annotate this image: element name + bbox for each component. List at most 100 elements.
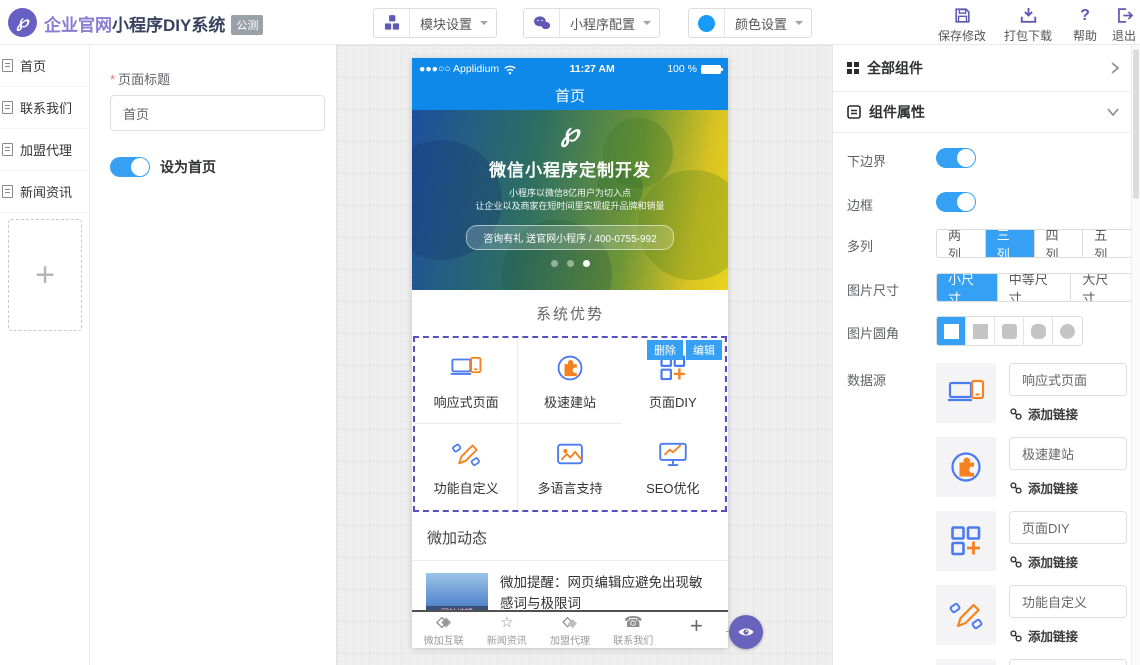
feature-cell-responsive[interactable]: 响应式页面 bbox=[415, 338, 518, 424]
news-section-title: 微加动态 bbox=[412, 512, 728, 561]
feature-grid-component-selected[interactable]: 删除 编辑 响应式页面 极速建站 页面DIY 功能自定义 多语言支持 bbox=[413, 336, 727, 512]
page-settings-panel: *页面标题 设为首页 bbox=[90, 45, 337, 665]
image-size-medium[interactable]: 中等尺寸 bbox=[998, 274, 1071, 301]
carousel-dots[interactable] bbox=[412, 260, 728, 267]
datasource-title-input[interactable] bbox=[1009, 437, 1127, 470]
edit-component-button[interactable]: 编辑 bbox=[686, 340, 722, 360]
tab-add-button[interactable]: + bbox=[665, 622, 728, 639]
add-link-button[interactable]: 添加链接 bbox=[1009, 626, 1078, 645]
columns-option-4[interactable]: 四列 bbox=[1035, 230, 1084, 257]
set-home-label: 设为首页 bbox=[160, 157, 216, 177]
sidebar-item-home[interactable]: 首页 bbox=[0, 45, 89, 87]
help-label: 帮助 bbox=[1066, 27, 1104, 44]
design-canvas: ●●●○○ Applidium 11:27 AM 100 % 首页 ℘ 微信小程… bbox=[337, 45, 832, 665]
datasource-item-custom: 添加链接 bbox=[936, 585, 1128, 645]
tab-news[interactable]: ☆ 新闻资讯 bbox=[475, 614, 538, 647]
add-link-button[interactable]: 添加链接 bbox=[1009, 404, 1078, 423]
miniapp-config-label: 小程序配置 bbox=[560, 14, 643, 33]
datasource-title-input[interactable] bbox=[1009, 659, 1127, 665]
radius-option-none[interactable] bbox=[966, 317, 995, 345]
sidebar-item-news[interactable]: 新闻资讯 bbox=[0, 171, 89, 213]
datasource-title-input[interactable] bbox=[1009, 511, 1127, 544]
download-button[interactable]: 打包下载 bbox=[999, 5, 1057, 44]
feature-cell-custom[interactable]: 功能自定义 bbox=[415, 424, 518, 510]
columns-option-2[interactable]: 两列 bbox=[937, 230, 986, 257]
color-settings-label: 颜色设置 bbox=[725, 14, 795, 33]
page-list-sidebar: 首页 联系我们 加盟代理 新闻资讯 + bbox=[0, 45, 90, 665]
app-title: 企业官网小程序DIY系统公测 bbox=[44, 11, 263, 36]
component-properties-header[interactable]: 组件属性 bbox=[833, 92, 1132, 133]
responsive-page-icon bbox=[936, 363, 996, 423]
inspector-scrollbar[interactable] bbox=[1131, 45, 1140, 665]
tab-home[interactable]: 微加互联 bbox=[412, 614, 475, 647]
wechat-icon bbox=[524, 9, 560, 37]
datasource-title-input[interactable] bbox=[1009, 363, 1127, 396]
help-icon: ? bbox=[1066, 5, 1104, 25]
datasource-title-input[interactable] bbox=[1009, 585, 1127, 618]
add-link-button[interactable]: 添加链接 bbox=[1009, 478, 1078, 497]
cubes-icon bbox=[374, 9, 410, 37]
bottom-border-label: 下边界 bbox=[847, 151, 886, 170]
page-icon bbox=[2, 143, 13, 156]
download-label: 打包下载 bbox=[999, 27, 1057, 44]
chain-icon bbox=[1009, 481, 1023, 495]
miniapp-config-button[interactable]: 小程序配置 bbox=[523, 8, 660, 38]
plus-icon: + bbox=[690, 622, 703, 639]
selection-badges: 删除 编辑 bbox=[647, 340, 722, 360]
sidebar-item-label: 加盟代理 bbox=[20, 140, 72, 159]
dropdown-caret-icon bbox=[480, 21, 488, 29]
image-size-large[interactable]: 大尺寸 bbox=[1071, 274, 1131, 301]
page-title-input[interactable] bbox=[110, 95, 325, 131]
chain-icon bbox=[1009, 407, 1023, 421]
dropdown-caret-icon bbox=[795, 21, 803, 29]
module-settings-button[interactable]: 模块设置 bbox=[373, 8, 497, 38]
banner-logo-icon: ℘ bbox=[412, 118, 728, 148]
component-properties-label: 组件属性 bbox=[869, 102, 1098, 122]
sidebar-item-label: 新闻资讯 bbox=[20, 182, 72, 201]
feature-cell-language[interactable]: 多语言支持 bbox=[518, 424, 621, 510]
star-icon: ☆ bbox=[500, 614, 513, 631]
radius-option-square-selected[interactable] bbox=[937, 317, 966, 345]
all-components-header[interactable]: 全部组件 bbox=[833, 45, 1132, 92]
set-home-toggle[interactable] bbox=[110, 157, 150, 177]
radius-option-small[interactable] bbox=[995, 317, 1024, 345]
chain-icon bbox=[1009, 629, 1023, 643]
company-logo-icon bbox=[435, 614, 453, 631]
exit-button[interactable]: 退出 bbox=[1108, 5, 1140, 44]
dropdown-caret-icon bbox=[643, 21, 651, 29]
component-inspector: 全部组件 组件属性 下边界 边框 多列 两列 三列 四列 五列 图片尺寸 小尺寸… bbox=[832, 45, 1132, 665]
add-page-button[interactable]: + bbox=[8, 219, 82, 331]
multi-language-icon bbox=[936, 659, 996, 665]
seo-icon bbox=[656, 437, 690, 471]
preview-eye-button[interactable] bbox=[729, 615, 763, 649]
radius-option-circle[interactable] bbox=[1053, 317, 1082, 345]
battery-icon bbox=[701, 65, 721, 74]
save-button[interactable]: 保存修改 bbox=[933, 5, 991, 44]
border-toggle[interactable] bbox=[936, 192, 976, 212]
delete-component-button[interactable]: 删除 bbox=[647, 340, 683, 360]
tab-agency[interactable]: 加盟代理 bbox=[538, 614, 601, 647]
bottom-border-toggle[interactable] bbox=[936, 148, 976, 168]
feature-cell-speed[interactable]: 极速建站 bbox=[518, 338, 621, 424]
columns-option-5[interactable]: 五列 bbox=[1083, 230, 1131, 257]
radius-option-medium[interactable] bbox=[1024, 317, 1053, 345]
datasource-item-speed: 添加链接 bbox=[936, 437, 1128, 497]
fast-build-icon bbox=[936, 437, 996, 497]
add-link-button[interactable]: 添加链接 bbox=[1009, 552, 1078, 571]
set-home-row: 设为首页 bbox=[110, 157, 216, 177]
sidebar-item-agency[interactable]: 加盟代理 bbox=[0, 129, 89, 171]
columns-option-3-selected[interactable]: 三列 bbox=[986, 230, 1035, 257]
image-radius-label: 图片圆角 bbox=[847, 323, 899, 342]
top-header: ℘ 企业官网小程序DIY系统公测 模块设置 小程序配置 颜色设置 保存修改 打包… bbox=[0, 0, 1140, 45]
feature-cell-seo[interactable]: SEO优化 bbox=[622, 424, 725, 510]
sidebar-item-contact[interactable]: 联系我们 bbox=[0, 87, 89, 129]
chevron-down-icon bbox=[1106, 107, 1120, 117]
color-settings-button[interactable]: 颜色设置 bbox=[688, 8, 812, 38]
image-size-small-selected[interactable]: 小尺寸 bbox=[937, 274, 998, 301]
list-icon bbox=[847, 105, 861, 119]
banner-slide[interactable]: ℘ 微信小程序定制开发 小程序以微信8亿用户为切入点 让企业以及商家在短时间里实… bbox=[412, 110, 728, 290]
datasource-label: 数据源 bbox=[847, 370, 886, 389]
help-button[interactable]: ? 帮助 bbox=[1066, 5, 1104, 44]
tab-contact[interactable]: ☎ 联系我们 bbox=[602, 614, 665, 647]
phone-status-bar: ●●●○○ Applidium 11:27 AM 100 % bbox=[412, 58, 728, 80]
